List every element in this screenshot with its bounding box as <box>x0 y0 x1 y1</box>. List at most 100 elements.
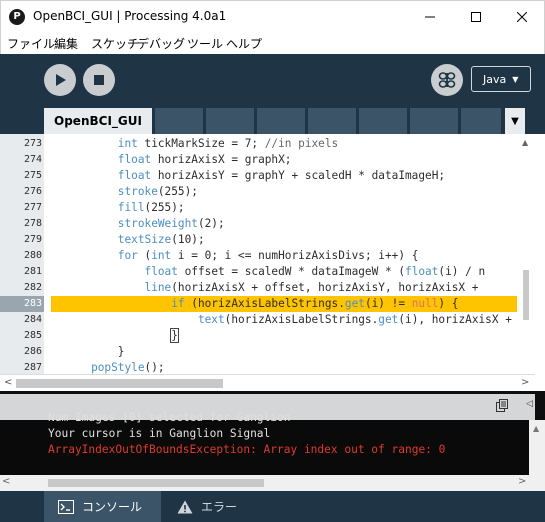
tab-sketch[interactable] <box>206 108 254 134</box>
tab-console-label: コンソール <box>82 500 143 514</box>
line-number: 280 <box>23 250 42 261</box>
close-icon <box>517 12 527 22</box>
tab-openbci-gui[interactable]: OpenBCI_GUI <box>44 108 152 134</box>
console-vertical-scrollbar[interactable]: ▲ <box>529 420 545 491</box>
scroll-left-arrow-icon[interactable]: < <box>2 476 10 487</box>
processing-app-icon: P <box>9 9 25 25</box>
code-line: 277 fill(255); <box>0 200 517 216</box>
tab-bar: OpenBCI_GUI ▼ <box>0 106 545 134</box>
scrollbar-thumb[interactable] <box>523 270 529 320</box>
console-line: Your cursor is in Ganglion Signal <box>48 427 271 440</box>
code-text: if (horizAxisLabelStrings.get(i) != null… <box>171 297 459 310</box>
code-text: } <box>170 328 179 343</box>
line-number: 275 <box>23 170 42 181</box>
title-bar: P OpenBCI_GUI | Processing 4.0a1 <box>0 0 545 32</box>
line-number: 278 <box>23 218 42 229</box>
scroll-up-arrow-icon[interactable]: ▲ <box>533 424 539 433</box>
highlighted-code-line: 283 if (horizAxisLabelStrings.get(i) != … <box>0 296 517 312</box>
copy-icon[interactable] <box>495 399 509 413</box>
mode-selector[interactable]: Java ▼ <box>471 66 531 92</box>
maximize-icon <box>471 12 481 22</box>
console-error-line: ArrayIndexOutOfBoundsException: Array in… <box>48 443 446 456</box>
menu-tools[interactable]: ツール <box>187 35 223 52</box>
minimize-button[interactable] <box>407 1 453 33</box>
code-line: 279 textSize(10); <box>0 232 517 248</box>
code-line: 286 } <box>0 344 517 360</box>
console-line: Num Images [0] selected for Ganglion <box>48 411 291 424</box>
menu-sketch[interactable]: スケッチ <box>91 35 139 52</box>
line-number: 282 <box>23 282 42 293</box>
tab-errors-label: エラー <box>201 500 238 514</box>
menu-bar: ファイル 編集 スケッチ デバッグ ツール ヘルプ <box>0 32 545 54</box>
close-button[interactable] <box>499 1 545 33</box>
scrollbar-thumb[interactable] <box>16 379 223 388</box>
collapse-console-icon[interactable]: ◁ <box>526 399 533 409</box>
code-text: } <box>51 345 125 358</box>
scroll-up-arrow-icon[interactable]: ▲ <box>522 138 528 147</box>
tab-errors[interactable]: エラー <box>177 491 237 522</box>
menu-help[interactable]: ヘルプ <box>226 35 262 52</box>
console-horizontal-scrollbar[interactable]: < > <box>0 475 529 491</box>
code-line: 276 stroke(255); <box>0 184 517 200</box>
code-line: 278 strokeWeight(2); <box>0 216 517 232</box>
mode-label: Java <box>483 72 507 86</box>
code-text: int tickMarkSize = 7; //in pixels <box>117 137 339 150</box>
line-number: 281 <box>23 266 42 277</box>
scroll-right-arrow-icon[interactable]: > <box>521 377 529 388</box>
scrollbar-thumb[interactable] <box>48 479 264 487</box>
debug-button[interactable] <box>431 64 463 96</box>
code-text: stroke(255); <box>117 185 198 198</box>
code-text: line(horizAxisX + offset, horizAxisY, ho… <box>144 281 479 294</box>
window-title: OpenBCI_GUI | Processing 4.0a1 <box>33 9 227 23</box>
code-line: 280 for (int i = 0; i <= numHorizAxisDiv… <box>0 248 517 264</box>
line-number: 286 <box>23 346 42 357</box>
tab-console[interactable]: コンソール <box>44 491 161 522</box>
tab-sketch[interactable] <box>155 108 203 134</box>
code-line: 274 float horizAxisX = graphX; <box>0 152 517 168</box>
tab-menu-button[interactable]: ▼ <box>505 108 525 134</box>
tab-sketch[interactable] <box>359 108 407 134</box>
line-number: 277 <box>23 202 42 213</box>
minimize-icon <box>425 16 435 18</box>
scroll-right-arrow-icon[interactable]: > <box>518 476 526 487</box>
line-number: 274 <box>23 154 42 165</box>
code-editor[interactable]: 273 int tickMarkSize = 7; //in pixels 27… <box>0 134 545 374</box>
code-line: 284 text(horizAxisLabelStrings.get(i), h… <box>0 312 517 328</box>
editor-horizontal-scrollbar[interactable]: < > <box>0 374 535 391</box>
tab-sketch[interactable] <box>410 108 458 134</box>
line-number: 273 <box>23 138 42 149</box>
code-text: float offset = scaledW * dataImageW * (f… <box>144 265 486 278</box>
editor-vertical-scrollbar[interactable]: ▲ <box>517 134 535 374</box>
menu-debug[interactable]: デバッグ <box>137 35 185 52</box>
code-line: 273 int tickMarkSize = 7; //in pixels <box>0 136 517 152</box>
line-number: 279 <box>23 234 42 245</box>
code-text: float horizAxisY = graphY + scaledH * da… <box>117 169 446 182</box>
tab-sketch[interactable] <box>308 108 356 134</box>
line-number: 284 <box>23 314 42 325</box>
tab-sketch[interactable] <box>257 108 305 134</box>
code-line: 282 line(horizAxisX + offset, horizAxisY… <box>0 280 517 296</box>
menu-file[interactable]: ファイル <box>7 35 55 52</box>
maximize-button[interactable] <box>453 1 499 33</box>
butterfly-icon <box>438 72 456 88</box>
chevron-down-icon: ▼ <box>512 74 519 84</box>
tab-sketch[interactable] <box>461 108 501 134</box>
scroll-left-arrow-icon[interactable]: < <box>4 377 12 388</box>
toolbar: Java ▼ <box>0 54 545 106</box>
code-line: 285 } <box>0 328 517 344</box>
run-button[interactable] <box>44 64 76 96</box>
code-text: fill(255); <box>117 201 185 214</box>
code-line: 275 float horizAxisY = graphY + scaledH … <box>0 168 517 184</box>
code-text: float horizAxisX = graphX; <box>117 153 292 166</box>
code-line: 281 float offset = scaledW * dataImageW … <box>0 264 517 280</box>
code-text: strokeWeight(2); <box>117 217 225 230</box>
code-text: textSize(10); <box>117 233 205 246</box>
stop-button[interactable] <box>83 64 115 96</box>
menu-edit[interactable]: 編集 <box>54 35 78 52</box>
warning-icon <box>177 500 193 514</box>
line-number: 276 <box>23 186 42 197</box>
code-text: for (int i = 0; i <= numHorizAxisDivs; i… <box>117 249 419 262</box>
line-number: 285 <box>23 330 42 341</box>
play-icon <box>56 74 66 86</box>
code-text: text(horizAxisLabelStrings.get(i), horiz… <box>197 313 512 326</box>
